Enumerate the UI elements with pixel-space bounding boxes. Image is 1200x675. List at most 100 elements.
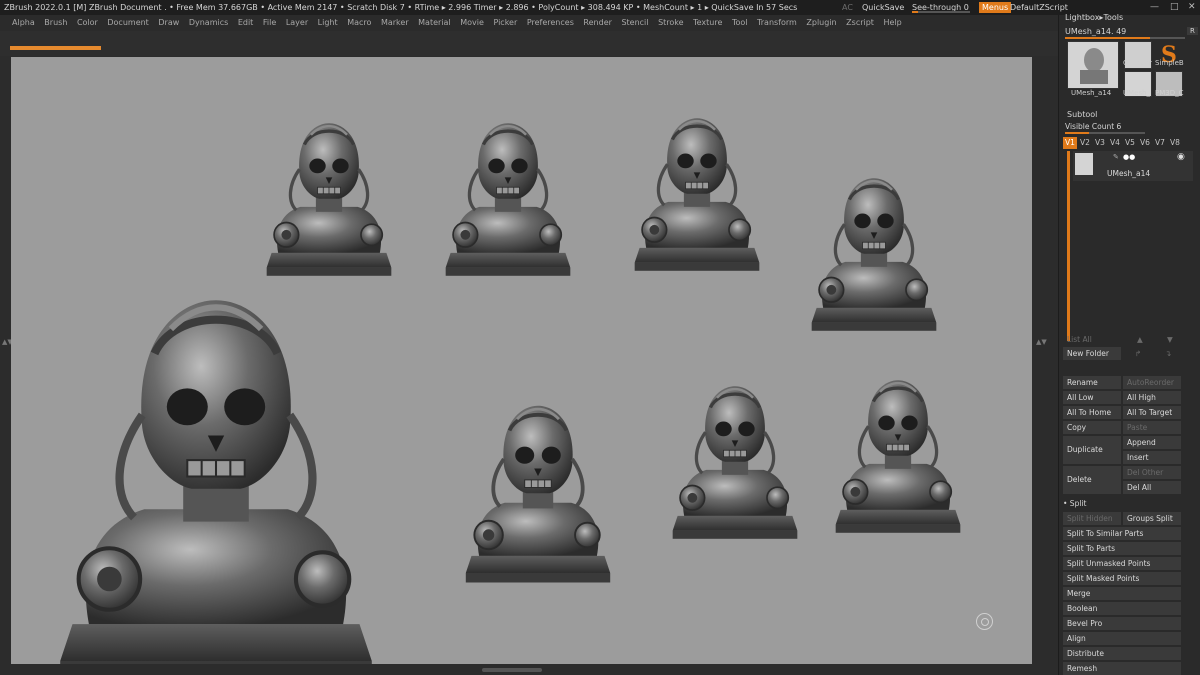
delete-button[interactable]: Delete bbox=[1063, 466, 1121, 494]
subtool-title[interactable]: Subtool bbox=[1067, 110, 1097, 119]
arrow-down-icon[interactable]: ▼ bbox=[1163, 333, 1175, 346]
tab-v8[interactable]: V8 bbox=[1168, 137, 1182, 149]
split-to-similar-parts-button[interactable]: Split To Similar Parts bbox=[1063, 527, 1181, 540]
tab-v5[interactable]: V5 bbox=[1123, 137, 1137, 149]
minimize-icon[interactable]: — bbox=[1150, 0, 1159, 15]
split-to-parts-button[interactable]: Split To Parts bbox=[1063, 542, 1181, 555]
r-button[interactable]: R bbox=[1187, 27, 1198, 35]
copy-button[interactable]: Copy bbox=[1063, 421, 1121, 434]
tab-v7[interactable]: V7 bbox=[1153, 137, 1167, 149]
bust-model-main[interactable] bbox=[60, 300, 372, 664]
menu-movie[interactable]: Movie bbox=[460, 18, 484, 27]
menu-color[interactable]: Color bbox=[77, 18, 98, 27]
menu-tool[interactable]: Tool bbox=[732, 18, 748, 27]
close-icon[interactable]: ✕ bbox=[1188, 0, 1196, 15]
menu-zplugin[interactable]: Zplugin bbox=[806, 18, 836, 27]
append-button[interactable]: Append bbox=[1123, 436, 1181, 449]
right-tray-toggle-icon[interactable]: ▲▼ bbox=[1036, 338, 1047, 346]
menu-material[interactable]: Material bbox=[418, 18, 451, 27]
tool-thumb-umesh[interactable] bbox=[1067, 41, 1119, 89]
distribute-section[interactable]: Distribute bbox=[1063, 647, 1181, 660]
new-folder-button[interactable]: New Folder bbox=[1063, 347, 1121, 360]
menu-picker[interactable]: Picker bbox=[493, 18, 517, 27]
move-down-icon[interactable]: ↴ bbox=[1161, 347, 1175, 360]
bust-model-1[interactable] bbox=[265, 121, 393, 278]
document-canvas[interactable] bbox=[11, 57, 1032, 664]
bust-model-side[interactable] bbox=[671, 384, 799, 541]
auto-reorder-button[interactable]: AutoReorder bbox=[1123, 376, 1181, 389]
tab-v3[interactable]: V3 bbox=[1093, 137, 1107, 149]
tab-v6[interactable]: V6 bbox=[1138, 137, 1152, 149]
bust-model-4[interactable] bbox=[810, 176, 938, 333]
del-other-button[interactable]: Del Other bbox=[1123, 466, 1181, 479]
all-to-target-button[interactable]: All To Target bbox=[1123, 406, 1181, 419]
menu-macro[interactable]: Macro bbox=[347, 18, 371, 27]
ac-indicator[interactable]: AC bbox=[842, 0, 853, 15]
menu-dynamics[interactable]: Dynamics bbox=[189, 18, 228, 27]
menu-brush[interactable]: Brush bbox=[44, 18, 67, 27]
bottom-tray-handle[interactable] bbox=[482, 668, 542, 672]
polypaint-icon[interactable]: ●● bbox=[1123, 153, 1135, 161]
bust-model-front-small[interactable] bbox=[834, 378, 962, 535]
see-through-slider[interactable] bbox=[912, 11, 970, 13]
paste-button[interactable]: Paste bbox=[1123, 421, 1181, 434]
groups-split-button[interactable]: Groups Split bbox=[1123, 512, 1181, 525]
tool-slider[interactable] bbox=[1065, 37, 1185, 39]
subtool-list-item[interactable]: UMesh_a14 ✎ ●● ◉ bbox=[1073, 151, 1193, 181]
menus-toggle[interactable]: Menus bbox=[979, 2, 1012, 13]
quicksave-button[interactable]: QuickSave bbox=[862, 0, 904, 15]
menu-render[interactable]: Render bbox=[583, 18, 611, 27]
merge-section[interactable]: Merge bbox=[1063, 587, 1181, 600]
maximize-icon[interactable]: □ bbox=[1170, 0, 1179, 15]
split-unmasked-points-button[interactable]: Split Unmasked Points bbox=[1063, 557, 1181, 570]
paintbrush-icon[interactable]: ✎ bbox=[1113, 153, 1119, 161]
menu-stencil[interactable]: Stencil bbox=[621, 18, 648, 27]
visible-count[interactable]: Visible Count 6 bbox=[1065, 122, 1121, 131]
list-all-button[interactable]: List All bbox=[1063, 333, 1121, 346]
menu-stroke[interactable]: Stroke bbox=[658, 18, 684, 27]
menu-edit[interactable]: Edit bbox=[238, 18, 254, 27]
visible-count-slider[interactable] bbox=[1065, 132, 1145, 134]
all-to-home-button[interactable]: All To Home bbox=[1063, 406, 1121, 419]
move-up-icon[interactable]: ↱ bbox=[1131, 347, 1145, 360]
arrow-up-icon[interactable]: ▲ bbox=[1133, 333, 1145, 346]
align-section[interactable]: Align bbox=[1063, 632, 1181, 645]
insert-button[interactable]: Insert bbox=[1123, 451, 1181, 464]
split-hidden-button[interactable]: Split Hidden bbox=[1063, 512, 1121, 525]
eye-icon[interactable]: ◉ bbox=[1177, 152, 1185, 162]
sculpt-viewport[interactable] bbox=[11, 57, 1032, 664]
menu-transform[interactable]: Transform bbox=[757, 18, 797, 27]
duplicate-button[interactable]: Duplicate bbox=[1063, 436, 1121, 464]
bust-model-3[interactable] bbox=[633, 116, 761, 273]
bevel-pro-section[interactable]: Bevel Pro bbox=[1063, 617, 1181, 630]
menu-light[interactable]: Light bbox=[318, 18, 338, 27]
bust-model-2[interactable] bbox=[444, 121, 572, 278]
floor-grid-icon[interactable] bbox=[976, 613, 993, 630]
rename-button[interactable]: Rename bbox=[1063, 376, 1121, 389]
menu-zscript[interactable]: Zscript bbox=[846, 18, 874, 27]
menu-help[interactable]: Help bbox=[884, 18, 902, 27]
lightbox-tools-link[interactable]: Lightbox▸Tools bbox=[1065, 13, 1123, 22]
all-high-button[interactable]: All High bbox=[1123, 391, 1181, 404]
menu-file[interactable]: File bbox=[263, 18, 276, 27]
del-all-button[interactable]: Del All bbox=[1123, 481, 1181, 494]
menu-draw[interactable]: Draw bbox=[158, 18, 179, 27]
split-masked-points-button[interactable]: Split Masked Points bbox=[1063, 572, 1181, 585]
default-zscript-button[interactable]: DefaultZScript bbox=[1010, 0, 1068, 15]
boolean-section[interactable]: Boolean bbox=[1063, 602, 1181, 615]
menu-texture[interactable]: Texture bbox=[693, 18, 722, 27]
tab-v1[interactable]: V1 bbox=[1063, 137, 1077, 149]
remesh-section[interactable]: Remesh bbox=[1063, 662, 1181, 675]
tab-v2[interactable]: V2 bbox=[1078, 137, 1092, 149]
split-section-title[interactable]: • Split bbox=[1063, 499, 1086, 508]
bust-model-back[interactable] bbox=[463, 403, 613, 585]
menu-alpha[interactable]: Alpha bbox=[12, 18, 35, 27]
menu-layer[interactable]: Layer bbox=[286, 18, 308, 27]
menu-marker[interactable]: Marker bbox=[381, 18, 409, 27]
all-low-button[interactable]: All Low bbox=[1063, 391, 1121, 404]
menu-document[interactable]: Document bbox=[107, 18, 148, 27]
menu-preferences[interactable]: Preferences bbox=[527, 18, 574, 27]
current-tool-name[interactable]: UMesh_a14. 49 bbox=[1065, 27, 1126, 36]
subtool-scrollbar[interactable] bbox=[1067, 151, 1070, 341]
tab-v4[interactable]: V4 bbox=[1108, 137, 1122, 149]
